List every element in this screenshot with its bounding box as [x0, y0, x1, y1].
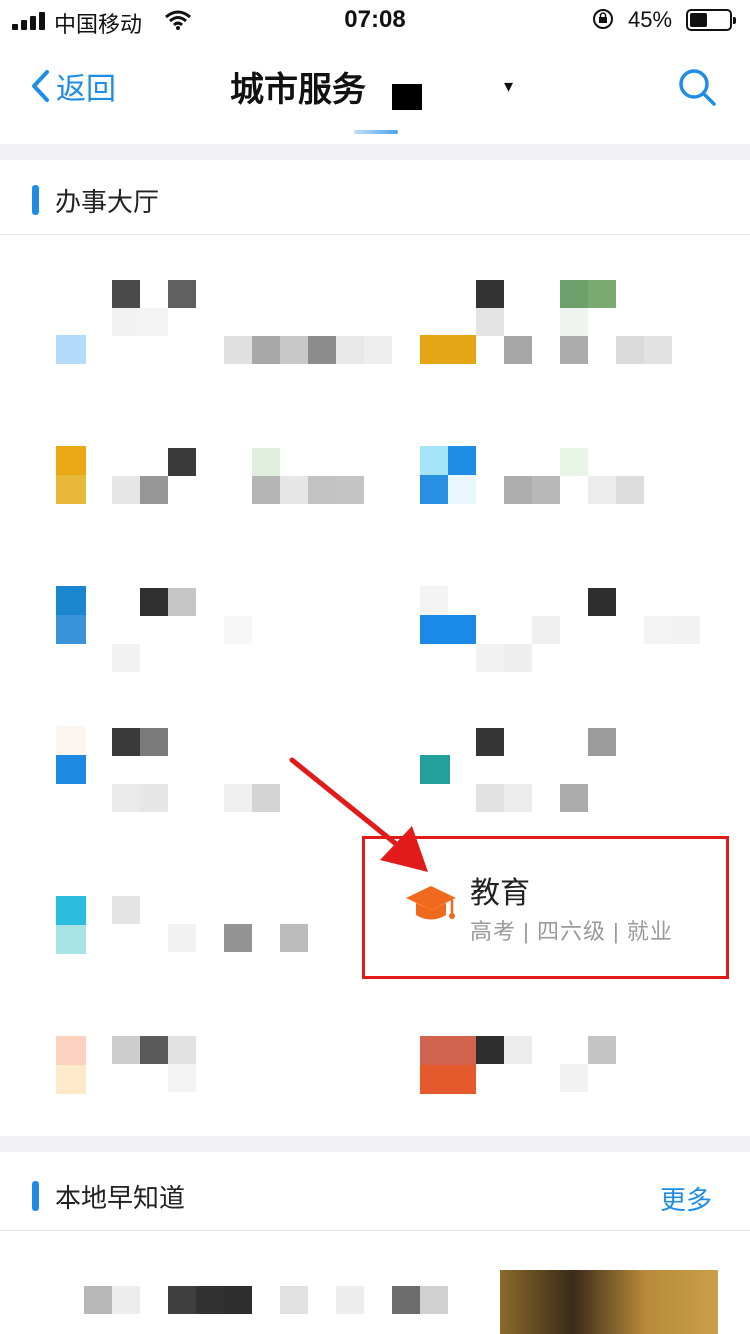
service-item[interactable]: [56, 280, 392, 380]
service-icon: [56, 306, 86, 364]
service-icon: [56, 446, 86, 504]
service-item[interactable]: [420, 280, 750, 380]
status-bar: 中国移动 07:08 45%: [0, 0, 750, 40]
service-icon: [56, 1036, 86, 1094]
service-item[interactable]: [56, 420, 386, 520]
battery-percent: 45%: [628, 7, 673, 32]
service-icon: [56, 586, 86, 644]
service-icon: [56, 726, 86, 784]
service-item[interactable]: [56, 980, 386, 1094]
section-divider: [0, 1136, 750, 1152]
service-icon: [420, 306, 476, 364]
section-accent-bar: [32, 185, 39, 215]
back-label: 返回: [56, 73, 116, 106]
loading-indicator: [354, 130, 398, 134]
back-button[interactable]: 返回: [30, 66, 116, 106]
education-subtitle: 高考 | 四六级 | 就业: [470, 919, 673, 944]
graduation-cap-icon: [406, 886, 456, 920]
chevron-down-icon[interactable]: ▾: [504, 76, 513, 97]
service-icon: [56, 896, 86, 954]
service-icon: [420, 446, 476, 504]
news-thumbnail: [500, 1270, 718, 1334]
section-title-local: 本地早知道: [32, 1176, 185, 1216]
chevron-left-icon: [32, 70, 49, 102]
service-item[interactable]: [420, 560, 750, 672]
divider: [0, 234, 750, 235]
service-item[interactable]: [56, 560, 386, 672]
service-item[interactable]: [420, 420, 750, 520]
section-title-text: 本地早知道: [55, 1182, 186, 1213]
nav-bar: 返回 城市服务 ▾: [0, 40, 750, 144]
section-title-text: 办事大厅: [55, 186, 160, 217]
more-link[interactable]: 更多: [660, 1180, 712, 1217]
battery-fill: [690, 13, 707, 27]
service-icon: [420, 1036, 476, 1094]
service-item[interactable]: [420, 980, 750, 1094]
page-title: 城市服务: [230, 71, 366, 109]
service-item[interactable]: [420, 700, 750, 812]
city-selector[interactable]: [392, 84, 422, 110]
battery-icon: [686, 9, 736, 31]
section-divider: [0, 144, 750, 160]
search-icon[interactable]: [676, 66, 718, 108]
section-title-hall: 办事大厅: [32, 180, 159, 220]
service-icon: [420, 586, 476, 644]
rotation-lock-icon: [593, 9, 613, 29]
section-accent-bar: [32, 1181, 39, 1211]
education-title: 教育: [470, 877, 530, 910]
divider: [0, 1230, 750, 1231]
